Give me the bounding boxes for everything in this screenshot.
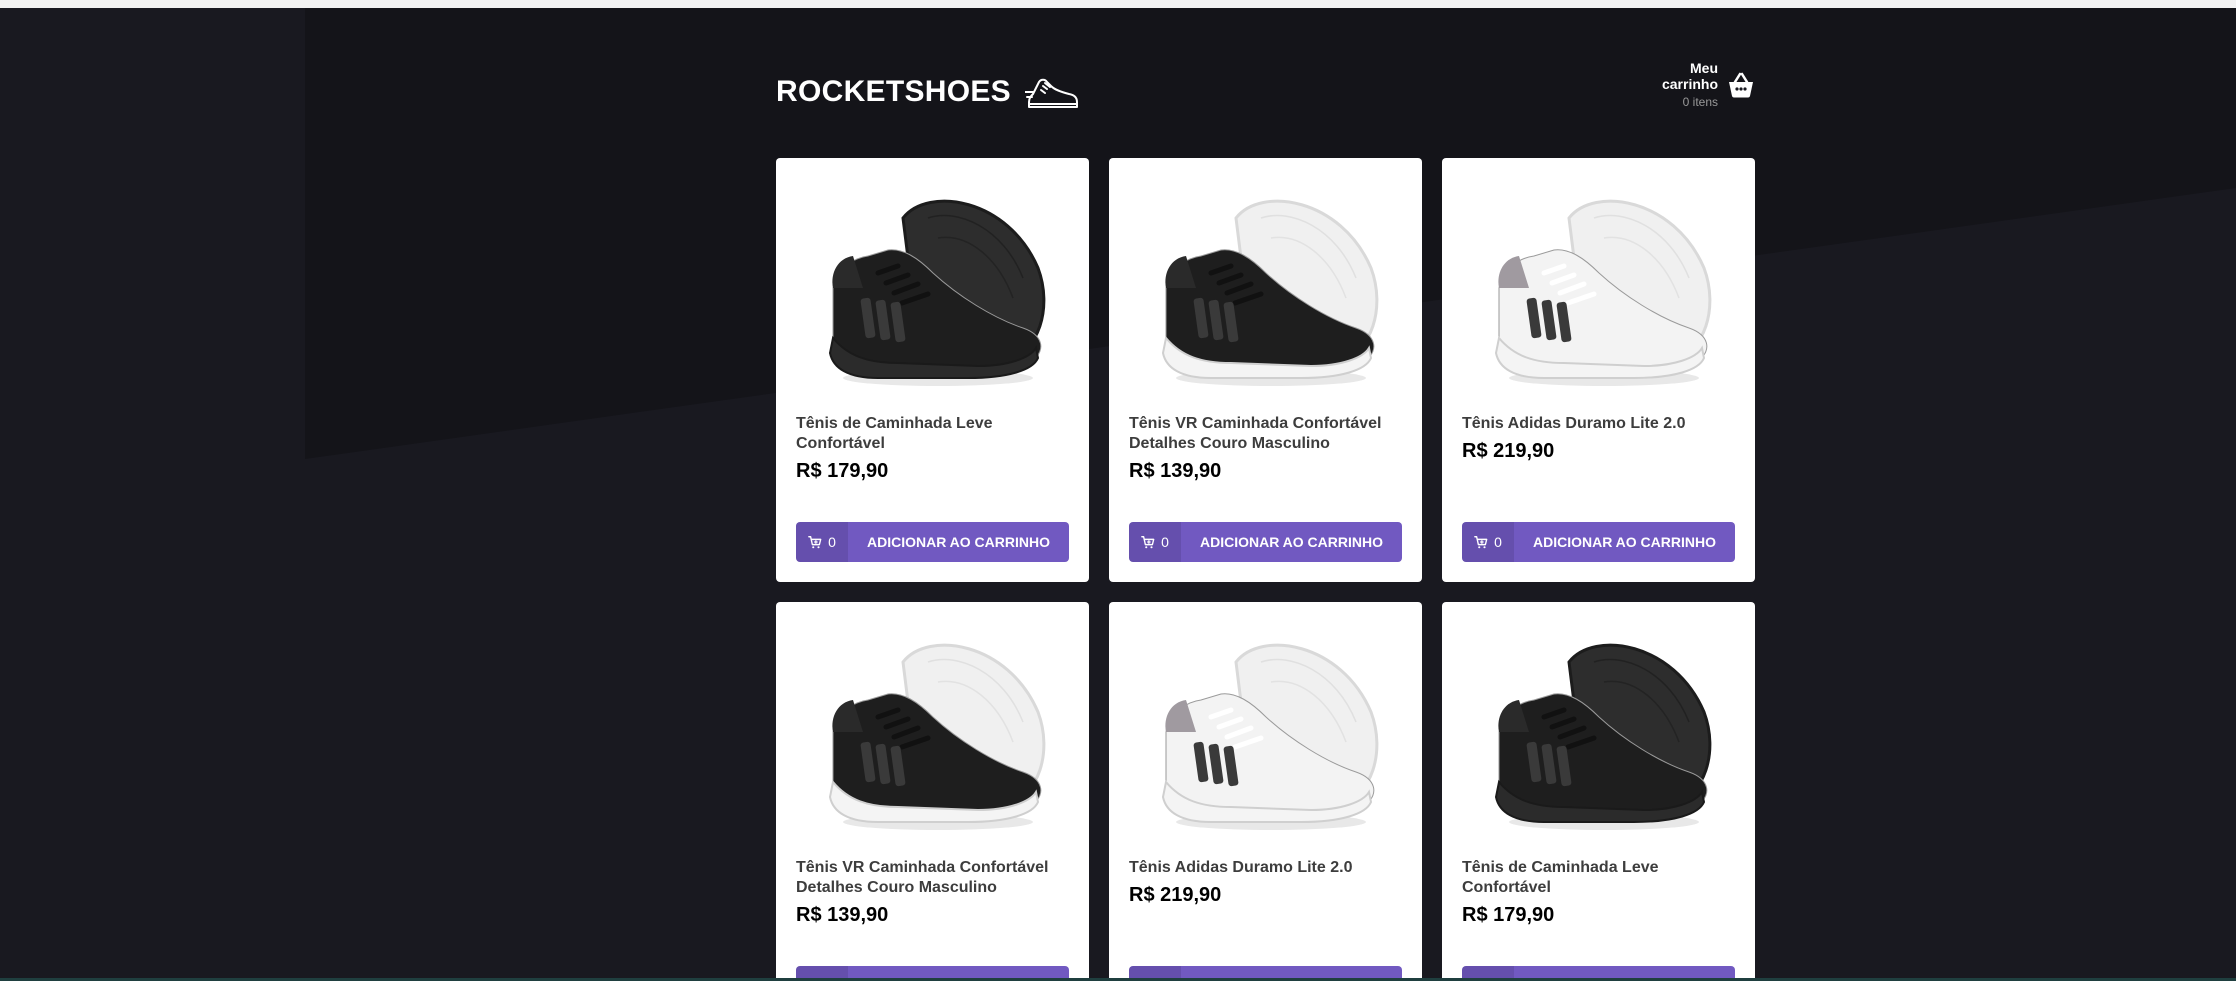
brand-name: ROCKETSHOES bbox=[776, 75, 1011, 108]
product-name: Tênis de Caminhada Leve Confortável bbox=[1462, 859, 1659, 896]
product-card: Tênis VR Caminhada Confortável Detalhes … bbox=[1109, 158, 1422, 582]
product-price: R$ 219,90 bbox=[1462, 440, 1555, 462]
cart-link[interactable]: Meu carrinho 0 itens bbox=[1656, 60, 1756, 109]
product-image bbox=[1141, 178, 1391, 398]
product-image bbox=[808, 622, 1058, 842]
product-price: R$ 179,90 bbox=[796, 460, 889, 482]
add-to-cart-button[interactable]: 0 ADICIONAR AO CARRINHO bbox=[1129, 522, 1402, 562]
add-cart-icon bbox=[1474, 536, 1488, 549]
product-price: R$ 139,90 bbox=[1129, 460, 1222, 482]
product-name: Tênis Adidas Duramo Lite 2.0 bbox=[1129, 859, 1353, 876]
product-name: Tênis VR Caminhada Confortável Detalhes … bbox=[1129, 415, 1382, 452]
product-name: Tênis VR Caminhada Confortável Detalhes … bbox=[796, 859, 1049, 896]
header: ROCKETSHOES Meu carrinho 0 itens bbox=[776, 8, 1756, 158]
product-list: Tênis de Caminhada Leve Confortável R$ 1… bbox=[776, 158, 1755, 981]
product-amount: 0 bbox=[1494, 534, 1502, 550]
product-card: Tênis VR Caminhada Confortável Detalhes … bbox=[776, 602, 1089, 981]
cart-item-count: 0 itens bbox=[1682, 95, 1718, 109]
cart-amount: 0 bbox=[1462, 522, 1514, 562]
product-card: Tênis Adidas Duramo Lite 2.0 R$ 219,90 0… bbox=[1442, 158, 1755, 582]
product-image bbox=[1474, 622, 1724, 842]
product-card: Tênis de Caminhada Leve Confortável R$ 1… bbox=[1442, 602, 1755, 981]
browser-top-strip bbox=[0, 0, 2236, 8]
add-to-cart-label: ADICIONAR AO CARRINHO bbox=[1199, 534, 1384, 550]
product-name: Tênis Adidas Duramo Lite 2.0 bbox=[1462, 415, 1686, 432]
product-price: R$ 219,90 bbox=[1129, 884, 1222, 906]
add-to-cart-label: ADICIONAR AO CARRINHO bbox=[1532, 534, 1717, 550]
cart-amount: 0 bbox=[796, 522, 848, 562]
cart-amount: 0 bbox=[1129, 522, 1181, 562]
add-cart-icon bbox=[808, 536, 822, 549]
product-name: Tênis de Caminhada Leve Confortável bbox=[796, 415, 993, 452]
product-card: Tênis Adidas Duramo Lite 2.0 R$ 219,90 0… bbox=[1109, 602, 1422, 981]
product-amount: 0 bbox=[828, 534, 836, 550]
cart-title: Meu carrinho bbox=[1661, 60, 1718, 92]
product-amount: 0 bbox=[1161, 534, 1169, 550]
product-image bbox=[1141, 622, 1391, 842]
add-to-cart-label: ADICIONAR AO CARRINHO bbox=[866, 534, 1051, 550]
product-image bbox=[808, 178, 1058, 398]
product-image bbox=[1474, 178, 1724, 398]
page-container: ROCKETSHOES Meu carrinho 0 itens Tênis d… bbox=[776, 8, 1756, 981]
sneaker-icon bbox=[1025, 78, 1078, 108]
add-cart-icon bbox=[1141, 536, 1155, 549]
add-to-cart-button[interactable]: 0 ADICIONAR AO CARRINHO bbox=[1462, 522, 1735, 562]
add-to-cart-button[interactable]: 0 ADICIONAR AO CARRINHO bbox=[796, 522, 1069, 562]
shopping-basket-icon bbox=[1729, 72, 1753, 97]
product-price: R$ 179,90 bbox=[1462, 904, 1555, 926]
product-card: Tênis de Caminhada Leve Confortável R$ 1… bbox=[776, 158, 1089, 582]
logo-link[interactable]: ROCKETSHOES bbox=[776, 72, 1079, 112]
product-price: R$ 139,90 bbox=[796, 904, 889, 926]
cart-text: Meu carrinho 0 itens bbox=[1656, 60, 1718, 109]
